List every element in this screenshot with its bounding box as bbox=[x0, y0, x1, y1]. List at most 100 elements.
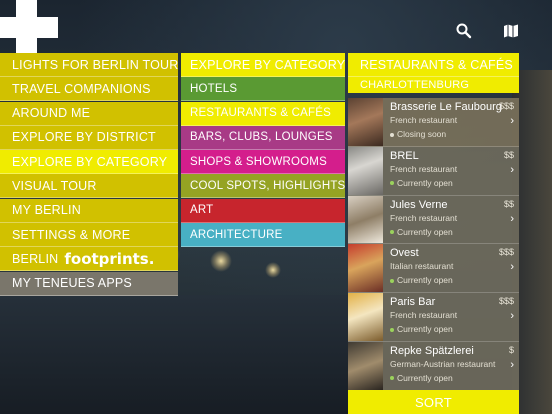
main-menu-item-label: TRAVEL COMPANIONS bbox=[12, 81, 151, 96]
restaurant-status: Currently open bbox=[390, 178, 513, 189]
main-menu-item-label: EXPLORE BY CATEGORY bbox=[12, 154, 168, 169]
category-item[interactable]: ARCHITECTURE bbox=[181, 223, 345, 248]
restaurant-list-item[interactable]: Ovest Italian restaurant Currently open $$$… bbox=[348, 244, 519, 294]
main-menu-item-label: AROUND ME bbox=[12, 106, 91, 121]
main-menu-item-label: MY BERLIN bbox=[12, 203, 81, 218]
footprints-brand-logo: footprints. bbox=[64, 249, 155, 268]
district-label: CHARLOTTENBURG bbox=[348, 77, 519, 94]
category-menu-header: EXPLORE BY CATEGORY bbox=[181, 53, 345, 77]
restaurant-thumbnail bbox=[348, 244, 383, 293]
restaurant-info: Jules Verne French restaurant Currently op… bbox=[383, 196, 519, 244]
restaurant-info: Paris Bar French restaurant Currently open… bbox=[383, 293, 519, 341]
main-menu-item-label: EXPLORE BY DISTRICT bbox=[12, 130, 156, 145]
main-menu-item-label: MY TENEUES APPS bbox=[12, 276, 132, 291]
main-menu-item[interactable]: EXPLORE BY DISTRICT bbox=[0, 125, 178, 150]
restaurant-info: Brasserie Le Faubourg French restaurant Cl… bbox=[383, 98, 519, 146]
restaurant-thumbnail bbox=[348, 293, 383, 341]
restaurant-price: $$ bbox=[503, 198, 514, 209]
restaurant-list-item[interactable]: Repke Spätzlerei German-Austrian restaura… bbox=[348, 341, 519, 391]
restaurant-name: Brasserie Le Faubourg bbox=[390, 101, 502, 113]
restaurant-type: French restaurant bbox=[390, 115, 458, 125]
restaurant-panel: RESTAURANTS & CAFÉS CHARLOTTENBURG Brass… bbox=[348, 53, 519, 391]
status-dot-icon bbox=[390, 327, 394, 332]
restaurant-status: Closing soon bbox=[390, 129, 513, 140]
restaurant-name: BREL bbox=[390, 149, 419, 162]
main-menu-item[interactable]: TRAVEL COMPANIONS bbox=[0, 77, 178, 102]
restaurant-type: French restaurant bbox=[390, 163, 458, 174]
chevron-right-icon: › bbox=[510, 358, 514, 371]
category-item[interactable]: COOL SPOTS, HIGHLIGHTS bbox=[181, 174, 345, 199]
main-menu-item[interactable]: VISUAL TOUR bbox=[0, 174, 178, 199]
chevron-right-icon: › bbox=[510, 310, 514, 323]
main-menu-item[interactable]: SETTINGS & MORE bbox=[0, 223, 178, 248]
category-menu: EXPLORE BY CATEGORY HOTELS RESTAURANTS & … bbox=[181, 53, 345, 248]
search-icon[interactable] bbox=[455, 22, 473, 40]
restaurant-status-text: Currently open bbox=[397, 275, 453, 286]
restaurant-type: German-Austrian restaurant bbox=[390, 358, 496, 369]
restaurant-status: Currently open bbox=[390, 373, 513, 384]
category-item[interactable]: BARS, CLUBS, LOUNGES bbox=[181, 125, 345, 150]
restaurant-price: $ bbox=[508, 344, 514, 355]
restaurant-name: Ovest bbox=[390, 247, 419, 260]
restaurant-price: $$$ bbox=[498, 101, 514, 111]
chevron-right-icon: › bbox=[510, 261, 514, 274]
status-dot-icon bbox=[390, 230, 394, 235]
restaurant-list-item[interactable]: Jules Verne French restaurant Currently op… bbox=[348, 195, 519, 245]
restaurant-type: Italian restaurant bbox=[390, 261, 454, 272]
main-menu-item-label: LIGHTS FOR BERLIN TOUR bbox=[12, 57, 179, 72]
restaurant-status: Currently open bbox=[390, 324, 513, 335]
restaurant-info: BREL French restaurant Currently open $$ › bbox=[383, 147, 519, 195]
restaurant-list-item[interactable]: Brasserie Le Faubourg French restaurant Cl… bbox=[348, 98, 519, 147]
chevron-right-icon: › bbox=[510, 115, 514, 127]
restaurant-thumbnail bbox=[348, 195, 383, 244]
restaurant-status-text: Currently open bbox=[397, 177, 453, 188]
chevron-right-icon: › bbox=[510, 163, 514, 176]
restaurant-price: $$$ bbox=[498, 296, 514, 307]
main-menu-item[interactable]: LIGHTS FOR BERLIN TOUR bbox=[0, 53, 178, 77]
status-dot-icon bbox=[390, 376, 394, 381]
background-lamp bbox=[265, 262, 281, 278]
restaurant-thumbnail bbox=[348, 146, 383, 195]
status-dot-icon bbox=[390, 132, 394, 137]
restaurant-status: Currently open bbox=[390, 275, 513, 286]
main-menu-item[interactable]: MY BERLIN bbox=[0, 198, 178, 223]
restaurant-info: Repke Spätzlerei German-Austrian restaura… bbox=[383, 342, 519, 390]
main-menu-item[interactable]: AROUND ME bbox=[0, 101, 178, 126]
restaurant-type: French restaurant bbox=[390, 212, 458, 223]
restaurant-name: Repke Spätzlerei bbox=[390, 344, 474, 357]
restaurant-price: $$$ bbox=[498, 247, 514, 258]
restaurant-status-text: Currently open bbox=[397, 372, 453, 383]
main-menu-item[interactable]: MY TENEUES APPS bbox=[0, 271, 178, 296]
category-item[interactable]: HOTELS bbox=[181, 77, 345, 102]
category-item[interactable]: RESTAURANTS & CAFÉS bbox=[181, 101, 345, 126]
map-icon[interactable] bbox=[502, 22, 520, 40]
restaurant-name: Jules Verne bbox=[390, 198, 448, 211]
restaurant-price: $$ bbox=[503, 149, 514, 160]
category-item[interactable]: SHOPS & SHOWROOMS bbox=[181, 150, 345, 175]
restaurant-list-item[interactable]: Paris Bar French restaurant Currently open… bbox=[348, 293, 519, 342]
restaurant-status: Currently open bbox=[390, 227, 513, 238]
restaurant-list-item[interactable]: BREL French restaurant Currently open $$ › bbox=[348, 146, 519, 196]
restaurant-status-text: Closing soon bbox=[397, 129, 447, 139]
restaurant-status-text: Currently open bbox=[397, 226, 453, 237]
main-menu-item[interactable]: BERLIN footprints. bbox=[0, 247, 178, 272]
category-item[interactable]: ART bbox=[181, 198, 345, 223]
background-lamp bbox=[210, 250, 232, 272]
main-menu-item[interactable]: EXPLORE BY CATEGORY bbox=[0, 150, 178, 175]
restaurant-thumbnail bbox=[348, 98, 383, 146]
main-menu-item-label: BERLIN bbox=[12, 251, 59, 266]
restaurant-type: French restaurant bbox=[390, 310, 458, 321]
main-menu-item-label: VISUAL TOUR bbox=[12, 178, 97, 193]
background-river bbox=[0, 295, 348, 414]
status-dot-icon bbox=[390, 278, 394, 283]
sort-button[interactable]: SORT bbox=[348, 390, 519, 414]
restaurant-info: Ovest Italian restaurant Currently open $$$… bbox=[383, 244, 519, 292]
restaurant-thumbnail bbox=[348, 341, 383, 390]
restaurant-status-text: Currently open bbox=[397, 324, 453, 335]
main-menu: LIGHTS FOR BERLIN TOUR TRAVEL COMPANIONS A… bbox=[0, 53, 178, 296]
main-menu-item-label: SETTINGS & MORE bbox=[12, 227, 131, 242]
chevron-right-icon: › bbox=[510, 212, 514, 225]
restaurant-list[interactable]: Brasserie Le Faubourg French restaurant Cl… bbox=[348, 98, 519, 391]
restaurant-panel-header: RESTAURANTS & CAFÉS bbox=[348, 53, 519, 77]
plus-logo-icon[interactable] bbox=[0, 0, 58, 58]
